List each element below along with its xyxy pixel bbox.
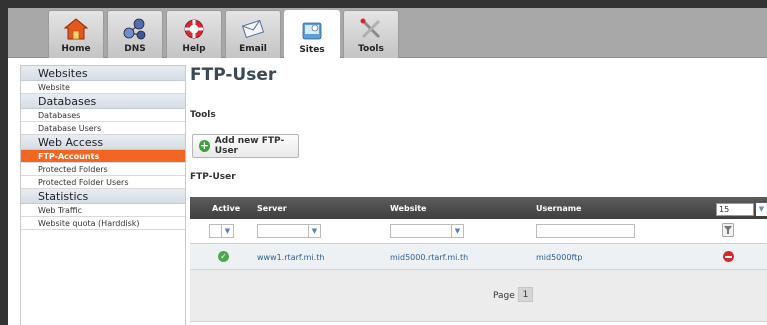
help-icon [181,17,207,41]
pager-label: Page [493,291,515,301]
filter-row: ▼ ▼ ▼ [190,219,767,244]
filter-icon[interactable] [722,223,734,237]
chevron-down-icon: ▼ [221,225,233,237]
page-size-select[interactable]: 15 [716,203,754,216]
tab-sites[interactable]: Sites [284,10,340,59]
chevron-down-icon[interactable]: ▼ [756,203,767,216]
tab-email[interactable]: Email [225,10,281,58]
column-header-website[interactable]: Website [390,204,426,213]
filter-website-select[interactable]: ▼ [390,224,464,238]
filter-username-input[interactable] [536,224,635,238]
sidebar: Websites Website Databases Databases Dat… [20,65,186,325]
pager: Page 1 [190,270,767,322]
table-row[interactable]: ✓ www1.rtarf.mi.th mid5000.rtarf.mi.th m… [190,244,767,270]
dns-icon [122,17,148,41]
cell-username[interactable]: mid5000ftp [536,253,582,262]
column-header-username[interactable]: Username [536,204,581,213]
tab-home[interactable]: Home [48,10,104,58]
tab-dns-label: DNS [124,44,146,54]
sidebar-item-database-users[interactable]: Database Users [21,122,185,135]
add-ftp-user-button[interactable]: + Add new FTP-User [192,134,299,158]
ftp-user-table: Active Server Website Username 15 ▼ ▼ ▼ … [190,197,767,325]
nav-tabs: Home DNS Help Email Sites Tools [48,10,402,59]
filter-server-select[interactable]: ▼ [257,224,321,238]
top-nav-bar: Home DNS Help Email Sites Tools [8,8,767,59]
window-frame-left [0,0,8,325]
sidebar-section-statistics: Statistics [21,189,185,204]
column-header-server[interactable]: Server [257,204,287,213]
sidebar-item-protected-folder-users[interactable]: Protected Folder Users [21,176,185,189]
list-heading: FTP-User [190,172,236,182]
tools-icon [358,17,384,41]
email-icon [240,17,266,41]
filter-active-select[interactable]: ▼ [209,224,234,238]
sidebar-section-databases: Databases [21,94,185,109]
sidebar-item-website[interactable]: Website [21,81,185,94]
sidebar-item-website-quota[interactable]: Website quota (Harddisk) [21,217,185,230]
tab-home-label: Home [61,44,91,54]
cell-server[interactable]: www1.rtarf.mi.th [257,253,324,262]
main-content: FTP-User Tools + Add new FTP-User FTP-Us… [190,60,767,325]
column-header-active[interactable]: Active [212,204,240,213]
tab-help[interactable]: Help [166,10,222,58]
sidebar-item-databases[interactable]: Databases [21,109,185,122]
window-frame-top [0,0,767,8]
tab-email-label: Email [239,44,267,54]
delete-icon[interactable] [723,251,734,262]
add-icon: + [199,139,210,152]
chevron-down-icon: ▼ [308,225,320,237]
active-check-icon: ✓ [218,251,229,262]
tab-tools[interactable]: Tools [343,10,399,58]
page-number-button[interactable]: 1 [518,287,533,302]
cell-website[interactable]: mid5000.rtarf.mi.th [390,253,468,262]
tab-sites-label: Sites [299,45,325,55]
sites-icon [299,18,325,42]
home-icon [63,17,89,41]
tab-help-label: Help [182,44,206,54]
table-header: Active Server Website Username 15 ▼ [190,197,767,219]
sidebar-item-ftp-accounts[interactable]: FTP-Accounts [21,150,185,163]
chevron-down-icon: ▼ [451,225,463,237]
page-title: FTP-User [190,65,277,85]
sidebar-item-protected-folders[interactable]: Protected Folders [21,163,185,176]
sidebar-item-web-traffic[interactable]: Web Traffic [21,204,185,217]
sidebar-section-websites: Websites [21,66,185,81]
tools-heading: Tools [190,110,216,120]
sidebar-section-web-access: Web Access [21,135,185,150]
add-ftp-user-label: Add new FTP-User [214,136,285,156]
tab-dns[interactable]: DNS [107,10,163,58]
tab-tools-label: Tools [358,44,384,54]
